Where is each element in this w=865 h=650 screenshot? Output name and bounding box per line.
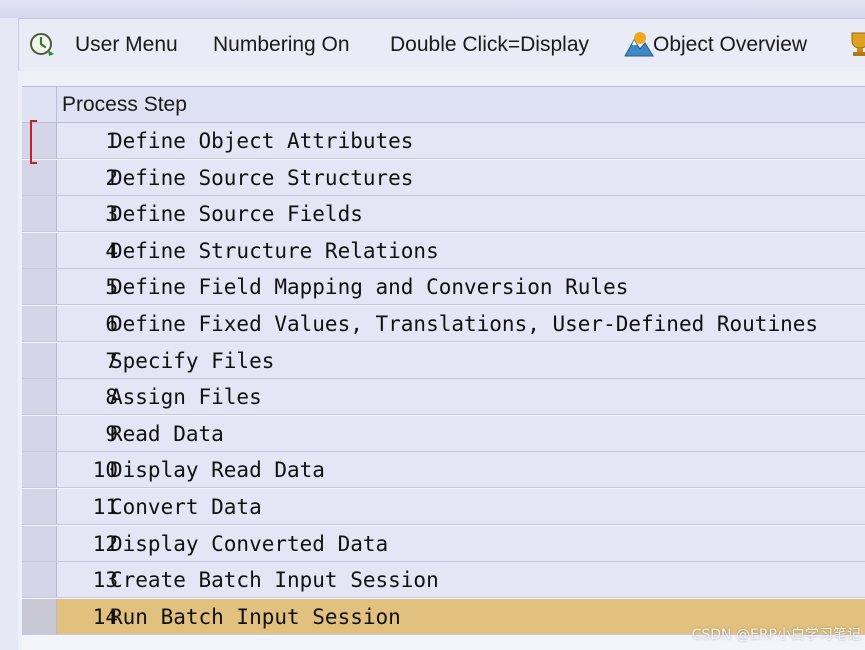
row-selector[interactable] bbox=[22, 269, 57, 305]
row-selector[interactable] bbox=[22, 562, 57, 598]
step-description[interactable]: Run Batch Input Session bbox=[110, 599, 401, 635]
row-selector[interactable] bbox=[22, 415, 57, 451]
step-description[interactable]: Define Source Structures bbox=[110, 160, 413, 196]
application-toolbar: User Menu Numbering On Double Click=Disp… bbox=[18, 19, 865, 71]
window-title-bar bbox=[0, 0, 865, 19]
double-click-display-button[interactable]: Double Click=Display bbox=[390, 31, 589, 59]
table-row[interactable]: 10 Display Read Data bbox=[22, 452, 865, 489]
table-row[interactable]: 9 Read Data bbox=[22, 415, 865, 452]
row-selector[interactable] bbox=[22, 452, 57, 488]
table-row[interactable]: 11 Convert Data bbox=[22, 489, 865, 525]
step-description[interactable]: Define Structure Relations bbox=[110, 233, 439, 269]
step-description[interactable]: Assign Files bbox=[110, 379, 262, 415]
trophy-icon[interactable] bbox=[848, 31, 865, 62]
table-row[interactable]: 4 Define Structure Relations bbox=[22, 232, 865, 269]
row-selector[interactable] bbox=[22, 196, 57, 232]
mountain-overview-icon[interactable] bbox=[624, 30, 654, 63]
row-selector[interactable] bbox=[22, 232, 57, 268]
row-selector[interactable] bbox=[22, 598, 57, 634]
table-row[interactable]: 5 Define Field Mapping and Conversion Rul… bbox=[22, 269, 865, 306]
row-selector[interactable] bbox=[22, 379, 57, 415]
focus-marker bbox=[30, 120, 41, 164]
table-row[interactable]: 1 Define Object Attributes bbox=[22, 123, 865, 159]
step-description[interactable]: Define Source Fields bbox=[110, 196, 363, 232]
table-row[interactable]: 3 Define Source Fields bbox=[22, 196, 865, 233]
select-all-corner[interactable] bbox=[22, 87, 57, 122]
step-description[interactable]: Convert Data bbox=[110, 489, 262, 525]
step-description[interactable]: Display Read Data bbox=[110, 452, 325, 488]
step-description[interactable]: Create Batch Input Session bbox=[110, 562, 439, 598]
table-row[interactable]: 7 Specify Files bbox=[22, 342, 865, 379]
table-row[interactable]: 6 Define Fixed Values, Translations, User… bbox=[22, 306, 865, 342]
column-header-process-step[interactable]: Process Step bbox=[62, 87, 187, 122]
step-description[interactable]: Define Field Mapping and Conversion Rule… bbox=[110, 269, 628, 305]
table-row[interactable]: 12 Display Converted Data bbox=[22, 525, 865, 562]
watermark: CSDN @ERP小白学习笔记 bbox=[691, 627, 861, 643]
row-selector[interactable] bbox=[22, 342, 57, 378]
step-description[interactable]: Read Data bbox=[110, 416, 224, 452]
table-row[interactable]: 8 Assign Files bbox=[22, 379, 865, 416]
step-description[interactable]: Display Converted Data bbox=[110, 526, 388, 562]
step-description[interactable]: Define Fixed Values, Translations, User-… bbox=[110, 306, 818, 342]
row-selector[interactable] bbox=[22, 525, 57, 561]
step-description[interactable]: Define Object Attributes bbox=[110, 123, 413, 159]
table-row[interactable]: 13 Create Batch Input Session bbox=[22, 562, 865, 599]
clock-arrow-icon[interactable] bbox=[28, 30, 56, 63]
left-frame-strip bbox=[0, 18, 18, 650]
row-selector[interactable] bbox=[22, 306, 57, 341]
table-header: Process Step bbox=[22, 86, 865, 123]
object-overview-button[interactable]: Object Overview bbox=[653, 31, 807, 59]
step-description[interactable]: Specify Files bbox=[110, 343, 274, 379]
process-step-table: Process Step 1 Define Object Attributes 2 D… bbox=[22, 86, 865, 650]
user-menu-button[interactable]: User Menu bbox=[75, 31, 178, 59]
table-row[interactable]: 2 Define Source Structures bbox=[22, 159, 865, 196]
row-selector[interactable] bbox=[22, 159, 57, 195]
numbering-on-button[interactable]: Numbering On bbox=[213, 31, 350, 59]
row-selector[interactable] bbox=[22, 489, 57, 524]
